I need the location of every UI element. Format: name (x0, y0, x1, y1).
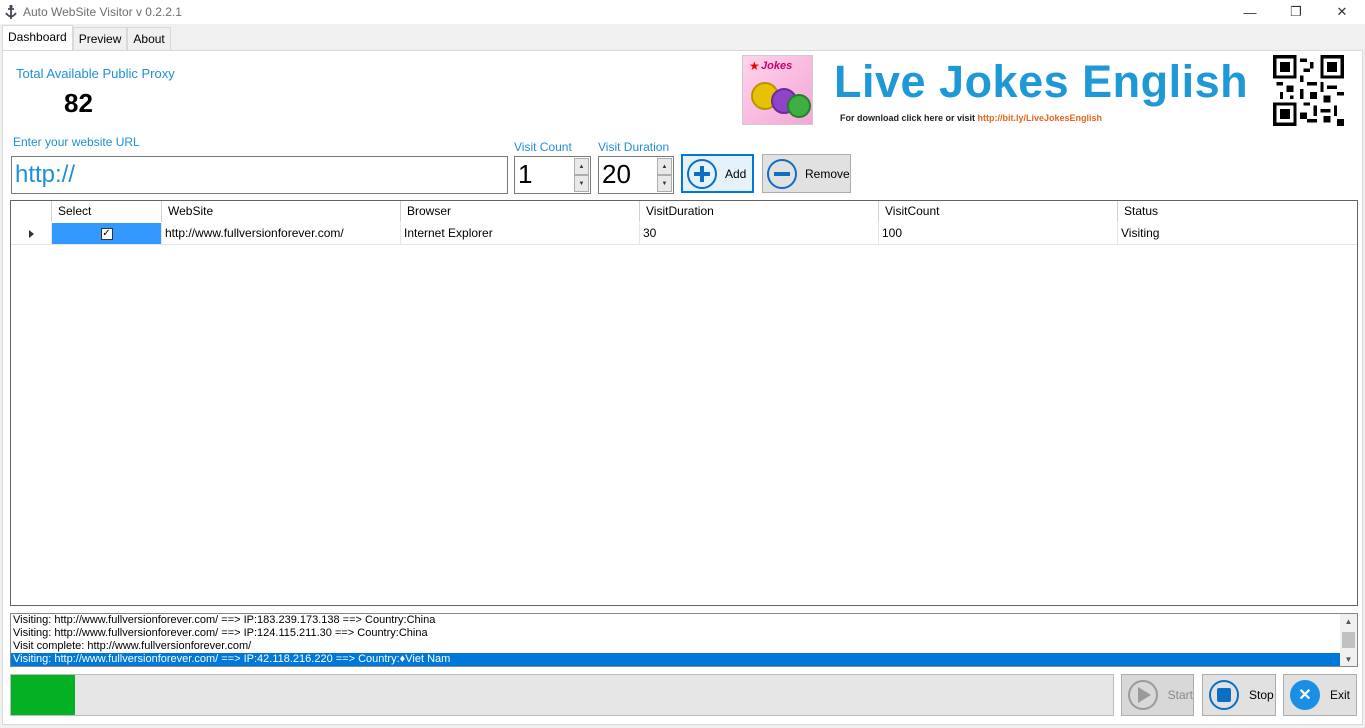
log-scrollbar[interactable]: ▲ ▼ (1340, 614, 1357, 666)
stop-icon (1209, 680, 1239, 710)
close-x-icon: ✕ (1290, 680, 1320, 710)
select-cell[interactable]: ✓ (52, 223, 162, 244)
banner-subtitle: For download click here or visit http://… (840, 113, 1102, 123)
spin-up-icon[interactable]: ▲ (574, 158, 589, 175)
start-button[interactable]: Start (1121, 674, 1194, 716)
plus-icon (694, 165, 710, 182)
plus-circle-icon (687, 158, 717, 189)
add-button[interactable]: Add (681, 154, 754, 193)
banner-link[interactable]: http://bit.ly/LiveJokesEnglish (978, 113, 1103, 123)
browser-cell[interactable]: Internet Explorer (401, 223, 640, 244)
exit-button[interactable]: ✕ Exit (1283, 674, 1357, 716)
row-header[interactable] (11, 223, 52, 244)
star-icon: ★ (749, 59, 760, 73)
visit-duration-stepper[interactable]: 20 ▲ ▼ (598, 156, 674, 194)
activity-log[interactable]: Visiting: http://www.fullversionforever.… (10, 613, 1358, 667)
add-button-label: Add (725, 166, 747, 181)
close-icon: ✕ (1336, 4, 1348, 19)
scroll-thumb[interactable] (1342, 632, 1355, 648)
websites-grid[interactable]: Select WebSite Browser VisitDuration Vis… (10, 200, 1358, 606)
visit-count-spin-buttons: ▲ ▼ (574, 158, 589, 192)
visit-duration-label: Visit Duration (598, 140, 670, 154)
spin-up-icon[interactable]: ▲ (657, 158, 672, 175)
banner-title[interactable]: Live Jokes English (834, 56, 1248, 108)
qr-code-icon (1273, 55, 1344, 126)
log-line-selected[interactable]: Visiting: http://www.fullversionforever.… (11, 653, 1340, 666)
proxy-label: Total Available Public Proxy (16, 66, 175, 81)
jokes-logo-text: Jokes (761, 60, 793, 72)
maximize-button[interactable]: ❐ (1273, 0, 1319, 24)
grid-header: Select WebSite Browser VisitDuration Vis… (11, 201, 1357, 222)
banner-subtitle-text: For download click here or visit (840, 113, 978, 123)
title-bar: Auto WebSite Visitor v 0.2.2.1 — ❐ ✕ (0, 0, 1365, 24)
row-select-checkbox[interactable]: ✓ (100, 227, 113, 240)
tab-dashboard[interactable]: Dashboard (2, 25, 73, 50)
tab-preview[interactable]: Preview (72, 27, 128, 50)
progress-bar (10, 674, 1114, 716)
url-input[interactable]: http:// (11, 156, 508, 194)
remove-button-label: Remove (805, 166, 850, 181)
log-line[interactable]: Visiting: http://www.fullversionforever.… (11, 627, 1340, 640)
visit-count-label: Visit Count (514, 140, 572, 154)
visit-count-stepper[interactable]: 1 ▲ ▼ (514, 156, 591, 194)
scroll-down-icon[interactable]: ▼ (1340, 652, 1357, 666)
visit-duration-value: 20 (602, 159, 631, 189)
url-label: Enter your website URL (13, 135, 140, 149)
play-icon (1128, 680, 1158, 710)
column-header-visit-duration[interactable]: VisitDuration (640, 201, 879, 222)
log-line[interactable]: Visit complete: http://www.fullversionfo… (11, 640, 1340, 653)
spin-down-icon[interactable]: ▼ (657, 175, 672, 192)
minus-circle-icon (767, 158, 797, 189)
tab-strip: Dashboard Preview About (2, 25, 171, 50)
close-button[interactable]: ✕ (1319, 0, 1365, 24)
proxy-count: 82 (64, 88, 93, 118)
minimize-button[interactable]: — (1227, 0, 1273, 24)
spin-down-icon[interactable]: ▼ (574, 175, 589, 192)
minimize-icon: — (1243, 4, 1257, 20)
row-header-corner (11, 201, 52, 222)
visit-count-cell[interactable]: 100 (879, 223, 1118, 244)
column-header-status[interactable]: Status (1118, 201, 1357, 222)
minus-icon (774, 171, 790, 176)
start-button-label: Start (1167, 688, 1193, 702)
column-header-select[interactable]: Select (52, 201, 162, 222)
visit-duration-spin-buttons: ▲ ▼ (657, 158, 672, 192)
stop-button-label: Stop (1249, 688, 1274, 702)
log-line[interactable]: Visiting: http://www.fullversionforever.… (11, 614, 1340, 627)
visit-count-value: 1 (518, 159, 533, 189)
current-row-arrow-icon (28, 229, 34, 238)
progress-fill (11, 675, 75, 715)
column-header-website[interactable]: WebSite (162, 201, 401, 222)
column-header-browser[interactable]: Browser (401, 201, 640, 222)
scroll-up-icon[interactable]: ▲ (1340, 614, 1357, 628)
visit-duration-cell[interactable]: 30 (640, 223, 879, 244)
smiley-icon (787, 94, 811, 118)
app-icon (5, 4, 17, 19)
table-row[interactable]: ✓ http://www.fullversionforever.com/ Int… (11, 223, 1357, 245)
column-header-visit-count[interactable]: VisitCount (879, 201, 1118, 222)
app-window: Auto WebSite Visitor v 0.2.2.1 — ❐ ✕ Das… (0, 0, 1365, 728)
window-title: Auto WebSite Visitor v 0.2.2.1 (23, 5, 182, 19)
remove-button[interactable]: Remove (762, 154, 851, 193)
exit-button-label: Exit (1330, 688, 1351, 702)
maximize-icon: ❐ (1290, 4, 1302, 19)
jokes-logo[interactable]: ★ Jokes (742, 55, 813, 125)
website-cell[interactable]: http://www.fullversionforever.com/ (162, 223, 401, 244)
status-cell[interactable]: Visiting (1118, 223, 1357, 244)
tab-about[interactable]: About (127, 27, 171, 50)
stop-button[interactable]: Stop (1202, 674, 1276, 716)
